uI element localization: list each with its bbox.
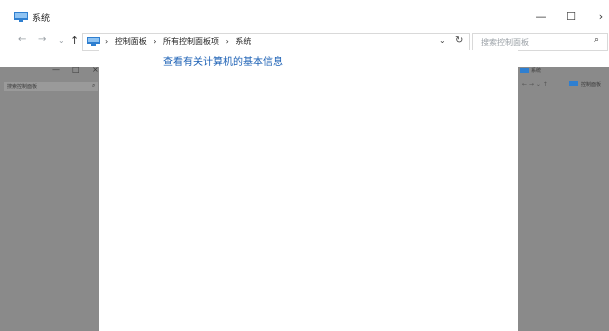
background-window-right: 系统 ← → ⌄ ↑ 控制面板	[518, 67, 609, 331]
bg-search-box: 搜索控制面板 ⌕	[4, 82, 98, 91]
breadcrumb-separator: ›	[105, 37, 109, 46]
breadcrumb-all-items[interactable]: 所有控制面板项	[163, 37, 219, 46]
bg-nav-arrows: ← → ⌄ ↑	[522, 81, 548, 88]
background-window-left: — □ × 搜索控制面板 ⌕	[0, 65, 99, 331]
search-icon[interactable]: ⌕	[594, 35, 599, 45]
breadcrumb-system[interactable]: 系统	[235, 37, 251, 46]
bg-window-title: 系统	[531, 68, 542, 74]
close-button[interactable]: ›	[590, 6, 609, 28]
breadcrumb-separator: ›	[153, 37, 157, 46]
system-app-icon	[14, 12, 28, 22]
title-bar: 系统 — ☐ ›	[0, 0, 609, 32]
forward-arrow-icon[interactable]: →	[38, 34, 46, 45]
main-content: 查看有关计算机的基本信息	[99, 50, 518, 331]
bg-crumb: 控制面板	[581, 82, 602, 88]
up-arrow-icon[interactable]: ↑	[70, 34, 79, 47]
breadcrumb-control-panel[interactable]: 控制面板	[115, 37, 147, 46]
breadcrumb: › 控制面板 › 所有控制面板项 › 系统	[105, 36, 255, 47]
refresh-icon[interactable]: ↻	[455, 35, 463, 46]
maximize-button[interactable]: ☐	[560, 6, 582, 28]
back-arrow-icon[interactable]: ←	[18, 34, 26, 45]
bg-maximize-icon: □	[72, 65, 80, 74]
bg-search-icon: ⌕	[92, 82, 96, 89]
control-panel-icon	[87, 37, 100, 46]
breadcrumb-separator: ›	[225, 37, 229, 46]
bg-minimize-icon: —	[52, 65, 60, 74]
search-box[interactable]: 搜索控制面板 ⌕	[472, 33, 608, 51]
bg-system-icon	[520, 68, 529, 73]
bg-close-icon: ×	[92, 65, 99, 74]
window-title: 系统	[32, 14, 51, 24]
bg-control-panel-icon	[569, 81, 578, 86]
page-heading: 查看有关计算机的基本信息	[163, 57, 283, 68]
address-dropdown-icon[interactable]: ⌄	[439, 36, 446, 45]
search-input[interactable]: 搜索控制面板	[481, 37, 529, 48]
address-bar[interactable]: › 控制面板 › 所有控制面板项 › 系统 ⌄ ↻	[82, 33, 470, 51]
bg-search-placeholder: 搜索控制面板	[7, 84, 38, 90]
recent-locations-icon[interactable]: ⌄	[58, 36, 65, 45]
minimize-button[interactable]: —	[530, 6, 552, 28]
